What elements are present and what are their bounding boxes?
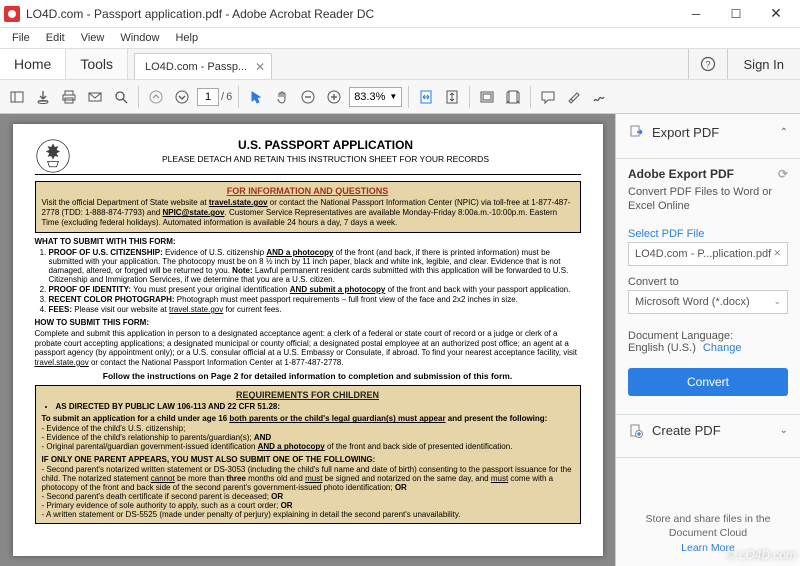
chevron-down-icon: ⌄ [780, 425, 788, 436]
menu-view[interactable]: View [73, 32, 113, 44]
what-heading: WHAT TO SUBMIT WITH THIS FORM: [35, 237, 581, 246]
window-title: LO4D.com - Passport application.pdf - Ad… [26, 7, 676, 21]
save-button[interactable] [32, 86, 54, 108]
language-row: Document Language: English (U.S.) Change [628, 330, 788, 354]
close-icon[interactable]: ✕ [773, 248, 781, 259]
fit-width-button[interactable] [415, 86, 437, 108]
zoom-in-button[interactable] [323, 86, 345, 108]
zoom-out-button[interactable] [297, 86, 319, 108]
svg-text:?: ? [705, 60, 710, 70]
sidebar-toggle-button[interactable] [6, 86, 28, 108]
fit-page-button[interactable] [441, 86, 463, 108]
close-button[interactable]: ✕ [756, 0, 796, 28]
doc-title: U.S. PASSPORT APPLICATION [35, 138, 581, 152]
main-area: U.S. PASSPORT APPLICATION PLEASE DETACH … [0, 114, 800, 566]
email-button[interactable] [84, 86, 106, 108]
doc-subtitle: PLEASE DETACH AND RETAIN THIS INSTRUCTIO… [35, 154, 581, 164]
highlight-button[interactable] [563, 86, 585, 108]
tab-close-icon[interactable]: ✕ [255, 60, 265, 74]
info-heading: FOR INFORMATION AND QUESTIONS [42, 186, 574, 196]
what-list: PROOF OF U.S. CITIZENSHIP: Evidence of U… [35, 248, 581, 314]
export-pdf-icon [628, 124, 644, 140]
menu-edit[interactable]: Edit [38, 32, 73, 44]
toolbar: / 6 83.3% ▼ [0, 80, 800, 114]
page-number-input[interactable] [197, 88, 219, 106]
page-down-button[interactable] [171, 86, 193, 108]
chevron-down-icon: ⌄ [773, 296, 781, 307]
menu-window[interactable]: Window [112, 32, 167, 44]
sign-button[interactable] [589, 86, 611, 108]
convert-to-label: Convert to [628, 276, 788, 288]
menu-bar: File Edit View Window Help [0, 28, 800, 48]
document-viewport[interactable]: U.S. PASSPORT APPLICATION PLEASE DETACH … [0, 114, 615, 566]
change-language-link[interactable]: Change [703, 342, 742, 354]
create-pdf-icon [628, 423, 644, 439]
page-up-button[interactable] [145, 86, 167, 108]
view-options-button[interactable] [502, 86, 524, 108]
tab-document-label: LO4D.com - Passp... [145, 61, 247, 73]
maximize-button[interactable]: ☐ [716, 0, 756, 28]
page-total: 6 [226, 91, 232, 103]
menu-help[interactable]: Help [167, 32, 206, 44]
app-icon [4, 6, 20, 22]
search-button[interactable] [110, 86, 132, 108]
title-bar: LO4D.com - Passport application.pdf - Ad… [0, 0, 800, 28]
how-heading: HOW TO SUBMIT THIS FORM: [35, 318, 581, 327]
req-heading: REQUIREMENTS FOR CHILDREN [42, 390, 574, 400]
comment-button[interactable] [537, 86, 559, 108]
us-seal-icon [35, 138, 71, 174]
page-indicator: / 6 [197, 88, 232, 106]
select-file-link[interactable]: Select PDF File [628, 228, 788, 240]
print-button[interactable] [58, 86, 80, 108]
cloud-footer: Store and share files in the Document Cl… [628, 513, 788, 556]
menu-file[interactable]: File [4, 32, 38, 44]
sign-in-button[interactable]: Sign In [728, 49, 800, 79]
tools-panel: Export PDF ⌃ Adobe Export PDF ⟳ Convert … [615, 114, 800, 566]
refresh-icon[interactable]: ⟳ [778, 167, 788, 181]
learn-more-link[interactable]: Learn More [628, 542, 788, 556]
tab-row: Home Tools LO4D.com - Passp... ✕ ? Sign … [0, 48, 800, 80]
help-icon: ? [700, 56, 716, 72]
minimize-button[interactable]: ─ [676, 0, 716, 28]
selection-tool-button[interactable] [245, 86, 267, 108]
chevron-down-icon: ▼ [389, 92, 397, 101]
tab-home[interactable]: Home [0, 49, 66, 79]
tab-document[interactable]: LO4D.com - Passp... ✕ [134, 53, 272, 79]
help-button[interactable]: ? [688, 49, 728, 79]
children-box: REQUIREMENTS FOR CHILDREN AS DIRECTED BY… [35, 385, 581, 524]
tab-tools[interactable]: Tools [66, 49, 128, 79]
product-name: Adobe Export PDF ⟳ [628, 167, 788, 181]
create-pdf-heading[interactable]: Create PDF ⌄ [628, 423, 788, 439]
pdf-page: U.S. PASSPORT APPLICATION PLEASE DETACH … [13, 124, 603, 556]
selected-file-field[interactable]: LO4D.com - P...plication.pdf ✕ [628, 242, 788, 266]
zoom-select[interactable]: 83.3% ▼ [349, 87, 402, 107]
product-desc: Convert PDF Files to Word or Excel Onlin… [628, 185, 788, 214]
follow-line: Follow the instructions on Page 2 for de… [35, 371, 581, 381]
export-pdf-heading[interactable]: Export PDF ⌃ [628, 124, 788, 140]
zoom-value: 83.3% [354, 91, 385, 103]
convert-button[interactable]: Convert [628, 368, 788, 396]
convert-to-select[interactable]: Microsoft Word (*.docx) ⌄ [628, 290, 788, 314]
read-mode-button[interactable] [476, 86, 498, 108]
hand-tool-button[interactable] [271, 86, 293, 108]
info-box: FOR INFORMATION AND QUESTIONS Visit the … [35, 181, 581, 233]
chevron-up-icon: ⌃ [780, 127, 788, 138]
